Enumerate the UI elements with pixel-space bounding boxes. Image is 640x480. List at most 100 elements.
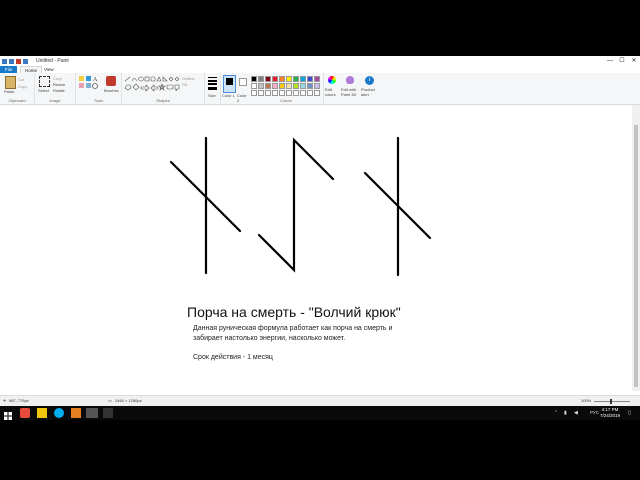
palette-color-swatch[interactable]	[279, 76, 285, 82]
maximize-button[interactable]: ☐	[616, 56, 628, 66]
tray-chevron-icon[interactable]: ⌃	[554, 410, 558, 416]
windows-start-icon[interactable]	[3, 408, 13, 420]
size-line-4	[208, 87, 217, 90]
rotate-button[interactable]: Rotate	[53, 88, 65, 93]
minimize-button[interactable]: —	[604, 56, 616, 66]
palette-color-swatch[interactable]	[286, 83, 292, 89]
ribbon-tabs: File Home View	[0, 66, 640, 73]
shapes-gallery[interactable]	[124, 76, 180, 94]
palette-color-swatch[interactable]	[300, 83, 306, 89]
palette-color-swatch[interactable]	[293, 76, 299, 82]
color-picker-icon	[86, 83, 91, 88]
drawing-canvas[interactable]: Порча на смерть - "Волчий крюк" Данная р…	[0, 105, 632, 391]
select-button[interactable]: Select	[38, 88, 49, 93]
custom-color-slot[interactable]	[300, 90, 306, 96]
close-button[interactable]: ✕	[628, 56, 640, 66]
palette-color-swatch[interactable]	[251, 83, 257, 89]
vertical-scrollbar[interactable]	[632, 105, 640, 391]
taskbar-clock[interactable]: 4:17 PM 7/24/2019	[600, 407, 620, 419]
tab-home[interactable]: Home	[20, 66, 43, 73]
palette-color-swatch[interactable]	[272, 83, 278, 89]
palette-color-swatch[interactable]	[279, 83, 285, 89]
redo-icon[interactable]	[23, 58, 28, 64]
palette-color-swatch[interactable]	[251, 76, 257, 82]
palette-color-swatch[interactable]	[272, 76, 278, 82]
image-size-icon: ▭	[108, 398, 112, 403]
cursor-position: 987, 776px	[9, 398, 29, 403]
language-indicator[interactable]: РУС	[590, 410, 599, 415]
image-size: 2460 × 1280px	[115, 398, 142, 403]
edit-colors-group[interactable]: Edit colors	[324, 73, 340, 104]
paint-app-icon	[2, 58, 7, 64]
clock-date: 7/24/2019	[599, 413, 620, 418]
edit-colors-icon[interactable]	[328, 76, 336, 84]
canvas-text-line1: Данная руническая формула работает как п…	[193, 325, 393, 332]
custom-color-slot[interactable]	[307, 90, 313, 96]
paint-taskbar-icon[interactable]	[86, 408, 98, 418]
network-icon[interactable]: ▮	[564, 410, 567, 416]
zoom-slider[interactable]	[594, 399, 630, 404]
save-icon[interactable]	[9, 58, 14, 64]
scrollbar-thumb[interactable]	[634, 125, 638, 387]
palette-color-swatch[interactable]	[314, 83, 320, 89]
palette-color-swatch[interactable]	[293, 83, 299, 89]
vlc-icon[interactable]	[71, 408, 81, 418]
custom-color-slot[interactable]	[279, 90, 285, 96]
outline-button[interactable]: Outline	[182, 76, 195, 81]
tab-view[interactable]: View	[40, 66, 58, 73]
cut-button[interactable]: Cut	[18, 77, 24, 82]
fill-button[interactable]: Fill	[182, 82, 187, 87]
undo-icon[interactable]	[16, 58, 21, 64]
file-explorer-icon[interactable]	[37, 408, 47, 418]
color1-swatch	[226, 78, 233, 85]
custom-color-slot[interactable]	[258, 90, 264, 96]
brave-browser-icon[interactable]	[20, 408, 30, 418]
ribbon: Paste Cut Copy Clipboard Select Crop Res…	[0, 73, 640, 105]
custom-color-slot[interactable]	[286, 90, 292, 96]
custom-color-slot[interactable]	[314, 90, 320, 96]
brushes-button[interactable]: Brushes	[104, 88, 119, 93]
app-taskbar-icon[interactable]	[103, 408, 113, 418]
image-group-label: Image	[49, 98, 61, 103]
palette-color-swatch[interactable]	[307, 76, 313, 82]
color1-group[interactable]: Color 1	[221, 73, 236, 104]
paste-button[interactable]: Paste	[4, 89, 14, 94]
color2-group[interactable]: Color 2	[236, 73, 249, 104]
zoom-slider-thumb[interactable]	[610, 399, 612, 404]
resize-button[interactable]: Resize	[53, 82, 65, 87]
custom-color-slot[interactable]	[265, 90, 271, 96]
tab-file[interactable]: File	[0, 66, 18, 73]
paint3d-group[interactable]: Edit with Paint 3D	[341, 73, 359, 104]
palette-color-swatch[interactable]	[286, 76, 292, 82]
palette-color-swatch[interactable]	[258, 76, 264, 82]
edit-with-paint3d-button[interactable]: Edit with Paint 3D	[341, 87, 359, 97]
palette-color-swatch[interactable]	[265, 76, 271, 82]
skype-icon[interactable]	[54, 408, 64, 418]
edit-colors-button[interactable]: Edit colors	[325, 87, 340, 97]
select-icon[interactable]	[39, 76, 50, 87]
custom-color-slot[interactable]	[251, 90, 257, 96]
palette-color-swatch[interactable]	[300, 76, 306, 82]
paste-icon[interactable]	[5, 76, 16, 89]
palette-color-swatch[interactable]	[314, 76, 320, 82]
title-bar: Untitled - Paint — ☐ ✕	[0, 56, 640, 66]
palette-color-swatch[interactable]	[307, 83, 313, 89]
palette-color-swatch[interactable]	[258, 83, 264, 89]
info-icon[interactable]: i	[365, 76, 374, 85]
copy-button[interactable]: Copy	[18, 84, 27, 89]
crop-button[interactable]: Crop	[53, 76, 62, 81]
window-title: Untitled - Paint	[36, 58, 69, 64]
zoom-level: 100%	[581, 398, 592, 403]
product-alert-group[interactable]: i Product alert	[360, 73, 380, 104]
brushes-icon[interactable]	[106, 76, 116, 86]
tools-icons[interactable]: A	[79, 76, 103, 90]
product-alert-button[interactable]: Product alert	[361, 87, 380, 97]
custom-color-slot[interactable]	[272, 90, 278, 96]
paint3d-icon[interactable]	[346, 76, 354, 84]
notifications-icon[interactable]: ▯	[628, 410, 631, 416]
custom-color-slot[interactable]	[293, 90, 299, 96]
palette-color-swatch[interactable]	[265, 83, 271, 89]
text-icon: A	[93, 77, 98, 83]
size-group[interactable]: Size	[205, 73, 221, 104]
volume-icon[interactable]: ◀	[574, 410, 578, 416]
